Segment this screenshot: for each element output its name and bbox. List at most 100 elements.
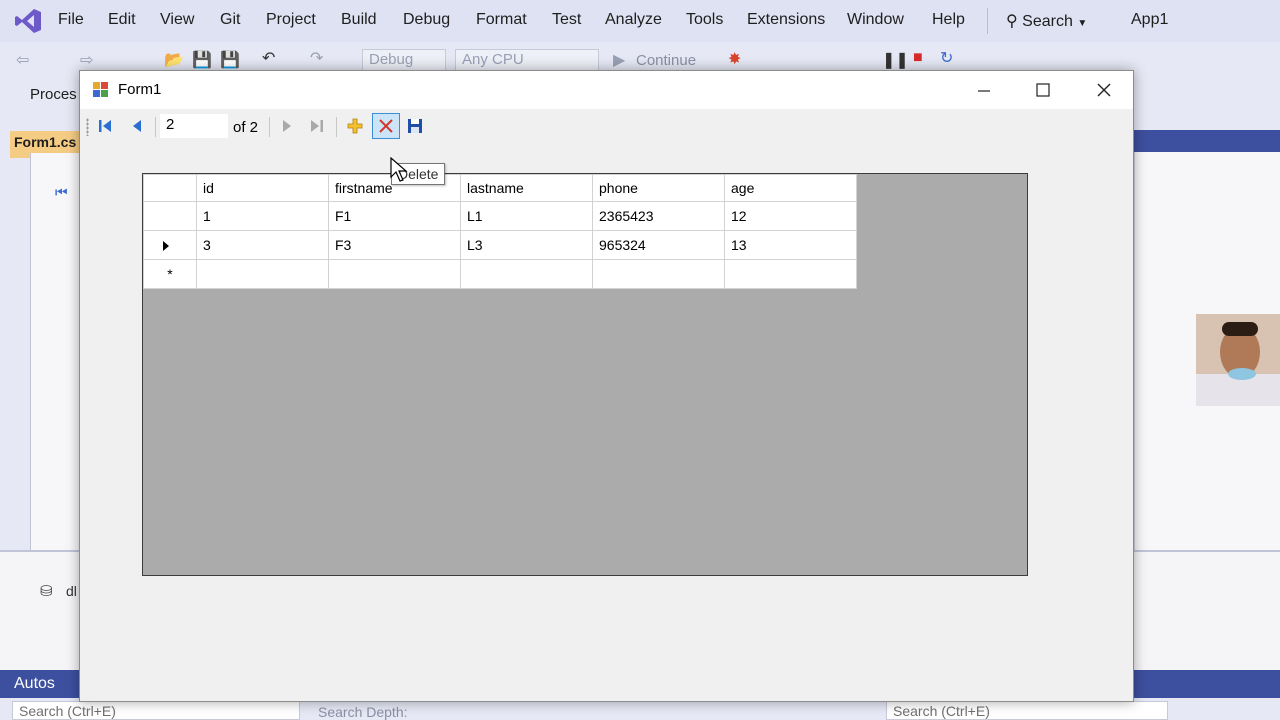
cell-firstname[interactable]: F1 <box>328 201 461 231</box>
toolbar-separator <box>155 117 156 137</box>
column-header-id[interactable]: id <box>196 174 329 202</box>
autos-search-input[interactable]: Search (Ctrl+E) <box>12 701 300 720</box>
toolbar-separator <box>336 117 337 137</box>
current-row-arrow-icon <box>163 241 169 252</box>
menu-format[interactable]: Format <box>476 11 527 29</box>
minimize-icon <box>978 90 990 92</box>
save-button[interactable] <box>402 114 428 138</box>
undo-icon[interactable]: ↶ <box>262 48 275 68</box>
move-previous-button[interactable] <box>124 114 150 138</box>
new-cell-firstname[interactable] <box>328 259 461 289</box>
row-header-cell-current[interactable] <box>143 230 197 260</box>
column-header-age[interactable]: age <box>724 174 857 202</box>
maximize-icon <box>1036 83 1050 97</box>
menu-tools[interactable]: Tools <box>686 11 723 29</box>
table-row[interactable]: 1 F1 L1 2365423 12 <box>143 201 857 231</box>
form-titlebar[interactable]: Form1 <box>80 71 1133 109</box>
menu-git[interactable]: Git <box>220 11 240 29</box>
position-item-input[interactable]: 2 <box>160 114 228 138</box>
database-icon: ⛁ <box>40 583 53 600</box>
move-last-button[interactable] <box>304 114 330 138</box>
data-grid-view[interactable]: id firstname lastname phone age 1 F1 L1 … <box>142 173 1028 576</box>
column-header-phone[interactable]: phone <box>592 174 725 202</box>
minimize-button[interactable] <box>955 71 1013 109</box>
webcam-overlay <box>1196 314 1280 406</box>
redo-icon[interactable]: ↷ <box>310 48 323 68</box>
cell-id[interactable]: 3 <box>196 230 329 260</box>
cell-age[interactable]: 13 <box>724 230 857 260</box>
row-header-cell[interactable] <box>143 201 197 231</box>
binding-navigator: 2 of 2 <box>80 109 1133 143</box>
mouse-cursor-icon <box>390 157 408 182</box>
new-cell-id[interactable] <box>196 259 329 289</box>
new-cell-lastname[interactable] <box>460 259 593 289</box>
form-title: Form1 <box>118 81 162 98</box>
configuration-combo[interactable]: Debug <box>362 49 446 71</box>
hot-reload-icon[interactable]: ✸ <box>728 49 741 69</box>
new-row-marker[interactable]: * <box>143 259 197 289</box>
column-header-lastname[interactable]: lastname <box>460 174 593 202</box>
cell-age[interactable]: 12 <box>724 201 857 231</box>
delete-button[interactable] <box>372 113 400 139</box>
chevron-down-icon: ▼ <box>1077 18 1088 29</box>
toolbar-grip[interactable] <box>86 118 89 136</box>
designer-pane: ⏮ <box>30 153 80 550</box>
presenter-image <box>1196 314 1280 406</box>
forward-icon[interactable]: ⇨ <box>80 50 93 70</box>
search-icon: ⚲ <box>1006 13 1018 30</box>
move-last-icon <box>311 120 323 132</box>
move-next-button[interactable] <box>273 114 299 138</box>
menu-help[interactable]: Help <box>932 11 965 29</box>
right-pane-header <box>1134 130 1280 152</box>
cell-phone[interactable]: 965324 <box>592 230 725 260</box>
menu-analyze[interactable]: Analyze <box>605 11 662 29</box>
form-app-icon <box>93 82 108 97</box>
continue-button[interactable]: Continue <box>636 52 696 69</box>
maximize-button[interactable] <box>1014 71 1072 109</box>
cell-phone[interactable]: 2365423 <box>592 201 725 231</box>
search-depth-label: Search Depth: <box>318 704 408 720</box>
add-new-button[interactable] <box>342 114 368 138</box>
add-new-icon <box>347 118 363 134</box>
document-tab-form1-cs[interactable]: Form1.cs <box>10 131 80 153</box>
close-button[interactable] <box>1075 71 1133 109</box>
menu-view[interactable]: View <box>160 11 194 29</box>
move-first-icon <box>99 120 111 132</box>
continue-icon[interactable]: ▶ <box>613 50 625 70</box>
save-all-icon[interactable]: 💾 <box>220 50 240 70</box>
cell-lastname[interactable]: L3 <box>460 230 593 260</box>
search-button[interactable]: ⚲ Search ▼ <box>1006 11 1087 31</box>
solution-name: App1 <box>1131 11 1169 28</box>
pause-icon[interactable]: ❚❚ <box>882 50 909 70</box>
menu-debug[interactable]: Debug <box>403 11 450 29</box>
new-row[interactable]: * <box>143 259 857 289</box>
move-previous-icon <box>133 120 141 132</box>
restart-icon[interactable]: ↻ <box>940 48 953 68</box>
menu-extensions[interactable]: Extensions <box>747 11 825 29</box>
stop-icon[interactable]: ■ <box>913 49 923 67</box>
menu-separator <box>987 8 988 34</box>
menu-window[interactable]: Window <box>847 11 904 29</box>
cell-id[interactable]: 1 <box>196 201 329 231</box>
top-left-header-cell[interactable] <box>143 174 197 202</box>
back-icon[interactable]: ⇦ <box>16 50 29 70</box>
platform-combo[interactable]: Any CPU <box>455 49 599 71</box>
open-folder-icon[interactable]: 📂 <box>164 50 184 70</box>
menu-project[interactable]: Project <box>266 11 316 29</box>
menu-file[interactable]: File <box>58 11 84 29</box>
component-tray-label: dl <box>66 583 77 599</box>
form1-window: Form1 2 of 2 id firstname lastname phone… <box>79 70 1134 702</box>
menu-build[interactable]: Build <box>341 11 377 29</box>
new-cell-phone[interactable] <box>592 259 725 289</box>
menu-test[interactable]: Test <box>552 11 581 29</box>
menu-edit[interactable]: Edit <box>108 11 136 29</box>
locals-search-input[interactable]: Search (Ctrl+E) <box>886 701 1168 720</box>
table-row-current[interactable]: 3 F3 L3 965324 13 <box>143 230 857 260</box>
cell-firstname[interactable]: F3 <box>328 230 461 260</box>
cell-lastname[interactable]: L1 <box>460 201 593 231</box>
count-item-label: of 2 <box>233 119 259 136</box>
move-first-button[interactable] <box>92 114 118 138</box>
visual-studio-logo-icon <box>15 9 41 33</box>
new-cell-age[interactable] <box>724 259 857 289</box>
save-file-icon[interactable]: 💾 <box>192 50 212 70</box>
